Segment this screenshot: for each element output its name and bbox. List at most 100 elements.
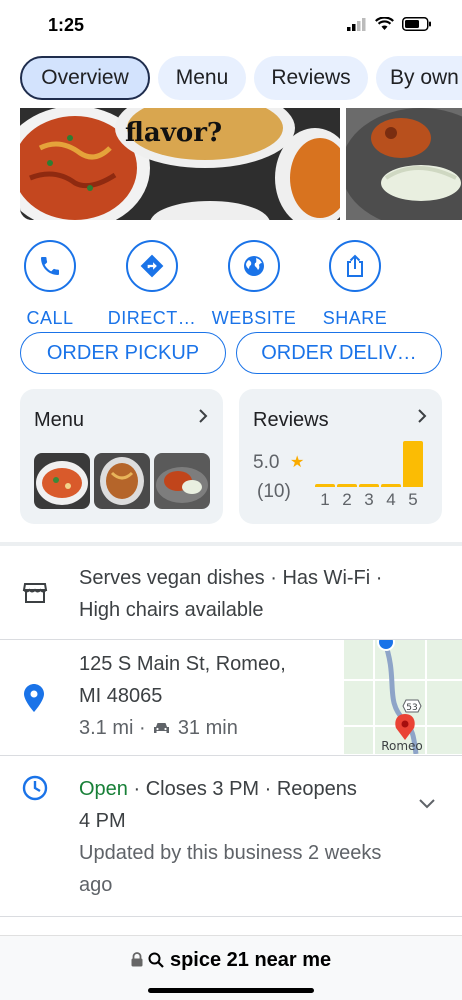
reviews-card-title: Reviews xyxy=(253,409,329,431)
menu-card[interactable]: Menu xyxy=(20,389,223,524)
rating-bar-label-5: 5 xyxy=(408,490,418,509)
updated-line-1: Updated by this business 2 weeks xyxy=(79,842,382,864)
share-button[interactable]: SHARE xyxy=(305,240,405,329)
photo-strip: flavor? xyxy=(20,108,462,220)
order-delivery-button[interactable]: ORDER DELIV… xyxy=(236,332,442,374)
menu-thumb-3[interactable] xyxy=(154,453,210,509)
lock-icon xyxy=(131,952,143,967)
menu-image-1 xyxy=(34,453,90,509)
distance-text: 3.1 mi · xyxy=(79,717,146,739)
clock-icon xyxy=(22,775,48,801)
address-line-2: MI 48065 xyxy=(79,685,163,707)
amenities-line-2: High chairs available xyxy=(79,599,264,621)
rating-bar-fill-3 xyxy=(359,484,379,487)
tab-bar: Overview Menu Reviews By own xyxy=(0,56,462,104)
food-photo-1[interactable]: flavor? xyxy=(20,108,340,220)
rating-bar-label-2: 2 xyxy=(342,490,352,509)
row-divider xyxy=(0,916,462,917)
rating-bar-3 xyxy=(359,441,379,487)
website-label: WEBSITE xyxy=(211,308,297,328)
website-circle[interactable] xyxy=(228,240,280,292)
directions-label: DIRECT… xyxy=(107,308,197,328)
rating-bar-4 xyxy=(381,441,401,487)
mini-map[interactable]: 53 Romeo xyxy=(344,640,462,754)
share-icon xyxy=(347,254,363,277)
status-bar: 1:25 xyxy=(0,0,462,52)
rating-bar-fill-1 xyxy=(315,484,335,487)
rating-bar-5 xyxy=(403,441,423,487)
browser-address-bar[interactable]: spice 21 near me xyxy=(0,935,462,1000)
address-field[interactable]: spice 21 near me xyxy=(0,949,462,972)
website-button[interactable]: WEBSITE xyxy=(204,240,304,329)
rating-bar-fill-2 xyxy=(337,484,357,487)
drive-time: 31 min xyxy=(177,717,238,739)
address-line-1: 125 S Main St, Romeo, xyxy=(79,653,286,675)
route-shield: 53 xyxy=(406,703,417,713)
rating-bar-fill-5 xyxy=(403,441,423,487)
home-indicator[interactable] xyxy=(148,988,314,993)
menu-image-2 xyxy=(94,453,150,509)
hours-row[interactable]: Open · Closes 3 PM · Reopens 4 PM Update… xyxy=(0,758,462,916)
rating-bar-label-3: 3 xyxy=(364,490,374,509)
tab-reviews[interactable]: Reviews xyxy=(254,56,368,100)
order-pickup-button[interactable]: ORDER PICKUP xyxy=(20,332,226,374)
photo-caption: flavor? xyxy=(125,118,223,148)
closes-text: · Closes 3 PM · Reopens xyxy=(127,778,357,800)
action-row: CALL DIRECT… WEBSITE SHARE xyxy=(0,240,462,328)
call-button[interactable]: CALL xyxy=(0,240,100,329)
directions-button[interactable]: DIRECT… xyxy=(102,240,202,329)
globe-icon xyxy=(244,256,264,276)
menu-image-3 xyxy=(154,453,210,509)
menu-thumb-2[interactable] xyxy=(94,453,150,509)
amenities-line-1: Serves vegan dishes · Has Wi-Fi · xyxy=(79,567,383,589)
rating-bar-1 xyxy=(315,441,335,487)
open-status: Open xyxy=(79,778,128,800)
phone-icon xyxy=(41,257,59,275)
travel-info: 3.1 mi · 31 min xyxy=(79,712,286,744)
car-icon xyxy=(154,723,170,733)
hours-text: Open · Closes 3 PM · Reopens 4 PM Update… xyxy=(79,773,409,901)
storefront-icon xyxy=(22,583,48,603)
food-photo-2[interactable] xyxy=(346,108,462,220)
status-time: 1:25 xyxy=(48,15,85,35)
rating-bar-label-1: 1 xyxy=(320,490,330,509)
amenities-text: Serves vegan dishes · Has Wi-Fi · High c… xyxy=(79,562,382,626)
share-label: SHARE xyxy=(322,308,388,328)
tab-by-owner[interactable]: By own xyxy=(376,56,462,100)
menu-card-title: Menu xyxy=(34,409,85,431)
cellular-signal-icon xyxy=(347,17,366,31)
amenities-row[interactable]: Serves vegan dishes · Has Wi-Fi · High c… xyxy=(0,560,462,638)
status-icons xyxy=(347,17,432,31)
updated-line-2: ago xyxy=(79,874,113,896)
rating-distribution xyxy=(315,439,435,487)
chevron-down-icon[interactable] xyxy=(418,798,436,810)
reviews-card[interactable]: Reviews 5.0 ★ (10) 12345 xyxy=(239,389,442,524)
chevron-right-icon xyxy=(418,409,427,423)
chevron-right-icon xyxy=(199,409,208,423)
search-icon xyxy=(148,952,165,968)
map-graphic: 53 Romeo xyxy=(344,640,462,754)
food-image-2 xyxy=(346,108,462,220)
reopen-text: 4 PM xyxy=(79,810,126,832)
map-label: Romeo xyxy=(381,739,423,753)
review-count: (10) xyxy=(257,481,291,502)
directions-icon xyxy=(140,254,164,278)
search-query: spice 21 near me xyxy=(169,949,332,971)
battery-icon xyxy=(402,17,431,31)
address-text: 125 S Main St, Romeo, MI 48065 3.1 mi · … xyxy=(79,648,286,744)
rating-bar-fill-4 xyxy=(381,484,401,487)
rating-value: 5.0 xyxy=(253,452,280,473)
tab-menu[interactable]: Menu xyxy=(158,56,246,100)
location-pin-icon xyxy=(24,684,44,712)
rating-bar-2 xyxy=(337,441,357,487)
row-divider xyxy=(0,755,462,756)
call-label: CALL xyxy=(26,308,74,328)
tab-overview[interactable]: Overview xyxy=(20,56,150,100)
wifi-icon xyxy=(375,17,394,30)
share-circle[interactable] xyxy=(329,240,381,292)
directions-circle[interactable] xyxy=(126,240,178,292)
menu-thumb-1[interactable] xyxy=(34,453,90,509)
rating-bar-label-4: 4 xyxy=(386,490,396,509)
call-circle[interactable] xyxy=(24,240,76,292)
section-divider xyxy=(0,542,462,546)
